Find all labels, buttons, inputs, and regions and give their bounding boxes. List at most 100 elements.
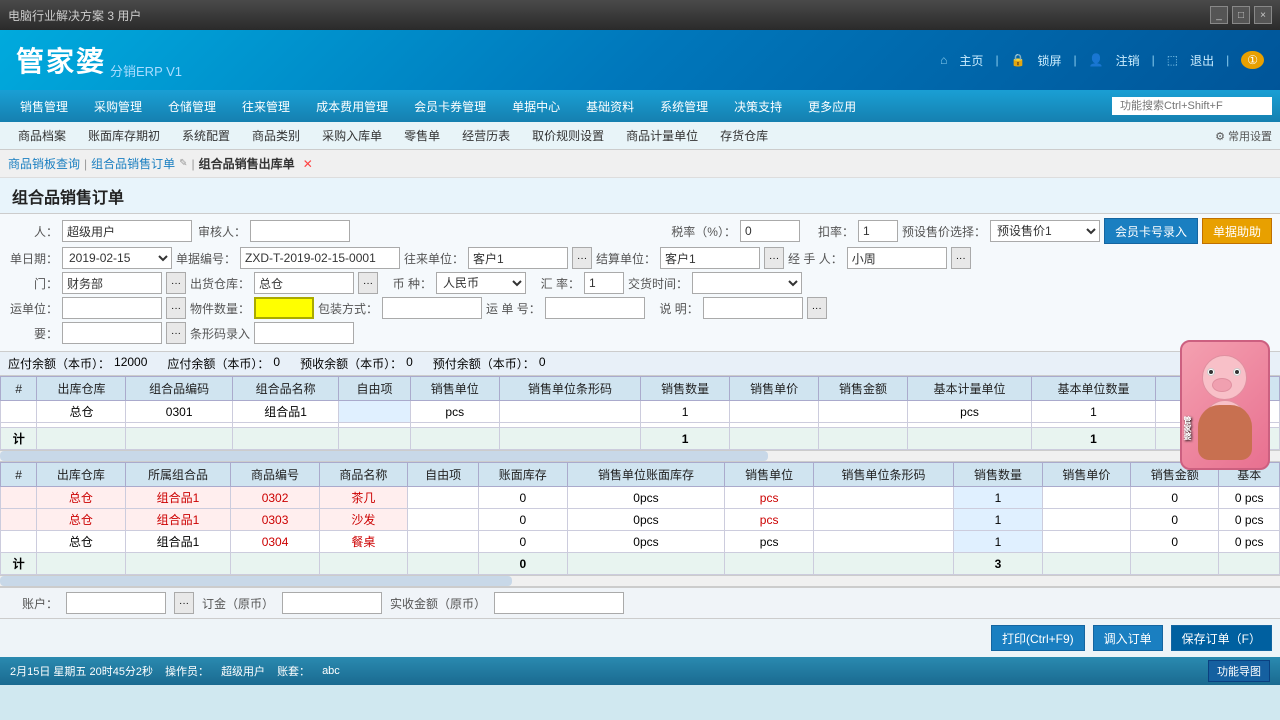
save-order-btn[interactable]: 保存订单（F） xyxy=(1171,625,1272,651)
window-controls[interactable]: _ □ × xyxy=(1210,6,1272,24)
ship-dots[interactable]: ··· xyxy=(166,297,186,319)
nav-basic[interactable]: 基础资料 xyxy=(574,94,646,119)
dept-input[interactable] xyxy=(62,272,162,294)
need-input[interactable] xyxy=(62,322,162,344)
nav-more[interactable]: 更多应用 xyxy=(796,94,868,119)
nav-system[interactable]: 系统管理 xyxy=(648,94,720,119)
nav-search-input[interactable] xyxy=(1112,97,1272,115)
upper-table-container[interactable]: # 出库仓库 组合品编码 组合品名称 自由项 销售单位 销售单位条形码 销售数量… xyxy=(0,376,1280,450)
footer-account-label: 账套： xyxy=(277,663,310,679)
tracking-input[interactable] xyxy=(545,297,645,319)
remark-dots[interactable]: ··· xyxy=(807,297,827,319)
settle-dots[interactable]: ··· xyxy=(764,247,784,269)
tax-input[interactable] xyxy=(740,220,800,242)
account-dots[interactable]: ··· xyxy=(174,592,194,614)
date-select[interactable]: 2019-02-15 xyxy=(62,247,172,269)
cell-free-item[interactable] xyxy=(339,401,410,423)
breadcrumb-combo-sales[interactable]: 组合品销售订单 xyxy=(91,155,175,172)
need-dots[interactable]: ··· xyxy=(166,322,186,344)
lower-col-goods-name: 商品名称 xyxy=(319,463,407,487)
price-select[interactable]: 预设售价1 xyxy=(990,220,1100,242)
lock-link[interactable]: 锁屏 xyxy=(1038,52,1062,69)
breadcrumb-close-btn[interactable]: ✕ xyxy=(303,157,313,171)
settle-input[interactable] xyxy=(660,247,760,269)
handler-dots[interactable]: ··· xyxy=(951,247,971,269)
ship-input[interactable] xyxy=(62,297,162,319)
settle-label: 结算单位： xyxy=(596,250,656,267)
subnav-retail[interactable]: 零售单 xyxy=(394,124,450,147)
nav-member[interactable]: 会员卡券管理 xyxy=(402,94,498,119)
remark-input[interactable] xyxy=(703,297,803,319)
nav-purchase[interactable]: 采购管理 xyxy=(82,94,154,119)
tax-label: 税率（%）： xyxy=(671,223,736,240)
account-input[interactable] xyxy=(66,592,166,614)
subnav-units[interactable]: 商品计量单位 xyxy=(616,124,708,147)
member-card-btn[interactable]: 会员卡号录入 xyxy=(1104,218,1198,244)
home-link[interactable]: 主页 xyxy=(959,52,983,69)
subnav-purchase-in[interactable]: 采购入库单 xyxy=(312,124,392,147)
breadcrumb-query[interactable]: 商品销板查询 xyxy=(8,155,80,172)
actual-amount-label: 实收金额（原币） xyxy=(390,595,486,612)
col-num: # xyxy=(1,377,37,401)
person-input[interactable] xyxy=(62,220,192,242)
breadcrumb: 商品销板查询 | 组合品销售订单 ✎ | 组合品销售出库单 ✕ xyxy=(0,150,1280,178)
dept-dots[interactable]: ··· xyxy=(166,272,186,294)
form-row-2: 单日期： 2019-02-15 单据编号： 往来单位： ··· 结算单位： ··… xyxy=(8,247,1272,269)
title-bar: 电脑行业解决方案 3 用户 _ □ × xyxy=(0,0,1280,30)
upper-scrollbar[interactable] xyxy=(0,450,1280,462)
exchange-input[interactable] xyxy=(584,272,624,294)
bill-no-input[interactable] xyxy=(240,247,400,269)
handler-input[interactable] xyxy=(847,247,947,269)
print-btn[interactable]: 打印(Ctrl+F9) xyxy=(991,625,1085,651)
pre-pay-summary: 预付余额（本币）： 0 xyxy=(433,355,546,372)
warehouse-input[interactable] xyxy=(254,272,354,294)
currency-select[interactable]: 人民币 xyxy=(436,272,526,294)
nav-warehouse[interactable]: 仓储管理 xyxy=(156,94,228,119)
subnav-price-rules[interactable]: 取价规则设置 xyxy=(522,124,614,147)
nav-bills[interactable]: 单据中心 xyxy=(500,94,572,119)
maximize-btn[interactable]: □ xyxy=(1232,6,1250,24)
to-unit-input[interactable] xyxy=(468,247,568,269)
lower-scrollbar[interactable] xyxy=(0,575,1280,587)
table-row[interactable]: 总仓 0301 组合品1 pcs 1 pcs 1 xyxy=(1,401,1280,423)
footer-operator-label: 操作员： xyxy=(165,663,209,679)
col-sale-qty: 销售数量 xyxy=(641,377,730,401)
approver-input[interactable] xyxy=(250,220,350,242)
exit-link[interactable]: 退出 xyxy=(1190,52,1214,69)
logout-link[interactable]: 注销 xyxy=(1116,52,1140,69)
trade-time-select[interactable] xyxy=(692,272,802,294)
subnav-history[interactable]: 经营历表 xyxy=(452,124,520,147)
packing-input[interactable] xyxy=(382,297,482,319)
nav-cost[interactable]: 成本费用管理 xyxy=(304,94,400,119)
info-link[interactable]: ① xyxy=(1241,51,1264,69)
nav-relations[interactable]: 往来管理 xyxy=(230,94,302,119)
settings-btn[interactable]: ⚙ 常用设置 xyxy=(1215,128,1272,144)
nav-decision[interactable]: 决策支持 xyxy=(722,94,794,119)
subnav-inventory[interactable]: 存货仓库 xyxy=(710,124,778,147)
parts-count-input[interactable] xyxy=(254,297,314,319)
breadcrumb-combo-out: 组合品销售出库单 xyxy=(199,155,295,172)
to-unit-dots[interactable]: ··· xyxy=(572,247,592,269)
nav-sales[interactable]: 销售管理 xyxy=(8,94,80,119)
logo-sub: 分销ERP V1 xyxy=(110,61,182,80)
lower-col-sale-qty: 销售数量 xyxy=(954,463,1042,487)
subnav-goods-file[interactable]: 商品档案 xyxy=(8,124,76,147)
close-btn[interactable]: × xyxy=(1254,6,1272,24)
subnav-book-init[interactable]: 账面库存期初 xyxy=(78,124,170,147)
cell-sale-amount xyxy=(819,401,908,423)
function-map-btn[interactable]: 功能导图 xyxy=(1208,660,1270,682)
lower-table-row[interactable]: 总仓 组合品1 0303 沙发 0 0pcs pcs 1 0 0 pcs xyxy=(1,509,1280,531)
barcode-input[interactable] xyxy=(254,322,354,344)
lower-table-row[interactable]: 总仓 组合品1 0304 餐桌 0 0pcs pcs 1 0 0 pcs xyxy=(1,531,1280,553)
subnav-goods-cat[interactable]: 商品类别 xyxy=(242,124,310,147)
actual-amount-input[interactable] xyxy=(494,592,624,614)
discount-input[interactable] xyxy=(858,220,898,242)
order-deposit-input[interactable] xyxy=(282,592,382,614)
minimize-btn[interactable]: _ xyxy=(1210,6,1228,24)
warehouse-dots[interactable]: ··· xyxy=(358,272,378,294)
lower-table-container[interactable]: # 出库仓库 所属组合品 商品编号 商品名称 自由项 账面库存 销售单位账面库存… xyxy=(0,462,1280,575)
lower-table-row[interactable]: 总仓 组合品1 0302 茶几 0 0pcs pcs 1 0 0 pcs xyxy=(1,487,1280,509)
subnav-sys-config[interactable]: 系统配置 xyxy=(172,124,240,147)
assist-btn[interactable]: 单据助助 xyxy=(1202,218,1272,244)
import-order-btn[interactable]: 调入订单 xyxy=(1093,625,1163,651)
